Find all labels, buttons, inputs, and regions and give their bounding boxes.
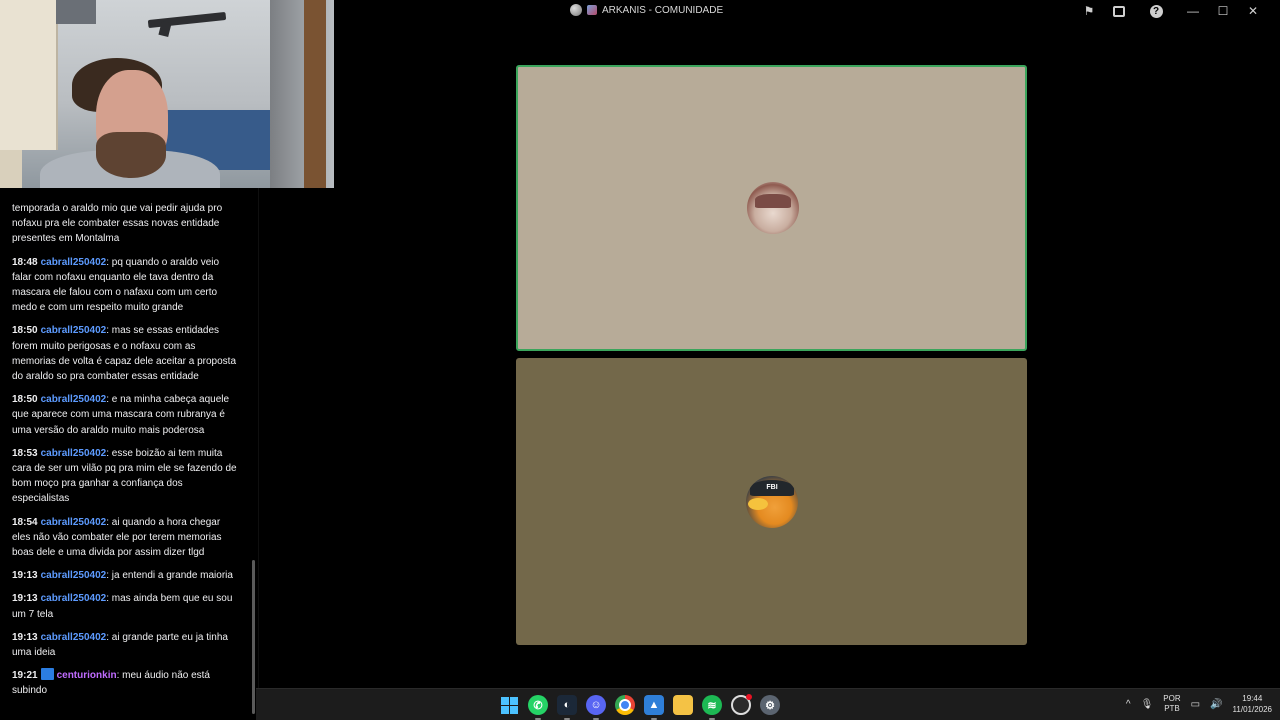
globe-icon	[570, 4, 582, 16]
message-time: 18:50	[12, 325, 38, 337]
message-time: 19:13	[12, 631, 38, 643]
microphone-icon[interactable]: 🎙	[1141, 699, 1154, 710]
stream-chat: temporada o araldo mio que vai pedir aju…	[0, 188, 256, 720]
clock-time: 19:44	[1242, 694, 1263, 703]
titlebar-actions: ⚑ ? — ☐ ✕	[1074, 3, 1268, 19]
chat-message: 19:21 centurionkin: meu áudio não está su…	[12, 668, 240, 698]
streamer-beard	[96, 132, 166, 178]
voice-tile[interactable]: FBI	[516, 358, 1027, 645]
network-icon[interactable]: ▭	[1191, 699, 1200, 710]
volume-icon[interactable]: 🔊	[1210, 699, 1222, 710]
window-title-text: ARKANIS - COMUNIDADE	[602, 4, 724, 16]
message-user[interactable]: cabrall250402	[41, 517, 107, 528]
obs-icon[interactable]	[731, 694, 752, 715]
message-user[interactable]: cabrall250402	[41, 448, 107, 459]
message-user[interactable]: centurionkin	[57, 670, 117, 681]
chat-messages: temporada o araldo mio que vai pedir aju…	[12, 201, 240, 707]
chat-scrollbar[interactable]	[252, 560, 255, 714]
message-user[interactable]: cabrall250402	[41, 570, 107, 581]
chat-message: 18:53 cabrall250402: esse boizão ai tem m…	[12, 446, 240, 507]
language-code: POR	[1163, 694, 1181, 703]
chat-message: 19:13 cabrall250402: mas ainda bem que eu…	[12, 591, 240, 621]
taskbar-apps: ✆ ◐ ☺ ▲ ≋ ⚙	[499, 694, 780, 720]
avatar-hat	[755, 194, 791, 208]
avatar-cap: FBI	[750, 480, 794, 496]
avatar-beak	[748, 498, 768, 510]
chat-divider	[258, 188, 259, 688]
chat-message: 18:50 cabrall250402: e na minha cabeça aq…	[12, 392, 240, 438]
message-text: : ja entendi a grande maioria	[106, 570, 233, 582]
message-time: 18:54	[12, 516, 38, 528]
photos-icon[interactable]: ▲	[644, 695, 664, 720]
avatar: FBI	[746, 476, 798, 528]
chat-message: 18:50 cabrall250402: mas se essas entidad…	[12, 323, 240, 384]
help-icon: ?	[1149, 4, 1163, 18]
message-text: temporada o araldo mio que vai pedir aju…	[12, 203, 223, 245]
shelf	[56, 0, 96, 24]
inbox-icon	[1113, 5, 1125, 17]
avatar	[747, 182, 799, 234]
help-button[interactable]: ?	[1134, 3, 1178, 19]
chat-message: temporada o araldo mio que vai pedir aju…	[12, 201, 240, 247]
flag-icon[interactable]: ⚑	[1074, 3, 1104, 19]
whatsapp-icon[interactable]: ✆	[528, 695, 548, 720]
message-time: 19:21	[12, 670, 38, 682]
window-titlebar: ARKANIS - COMUNIDADE ⚑ ? — ☐ ✕	[334, 0, 1280, 22]
cabinet-door	[0, 0, 58, 150]
message-time: 18:53	[12, 447, 38, 459]
door-frame	[304, 0, 326, 188]
chrome-icon[interactable]	[615, 695, 635, 715]
window-title: ARKANIS - COMUNIDADE	[570, 4, 723, 16]
spotify-icon[interactable]: ≋	[702, 695, 722, 720]
message-time: 19:13	[12, 570, 38, 582]
clock[interactable]: 19:44 11/01/2026	[1233, 693, 1272, 715]
wall-decoration-grip	[158, 20, 172, 38]
windows-taskbar: ✆ ◐ ☺ ▲ ≋ ⚙ ^ 🎙 POR PTB ▭ 🔊 19:44 11/01/…	[256, 688, 1280, 720]
message-time: 19:13	[12, 593, 38, 605]
server-icon	[587, 5, 597, 15]
webcam-overlay	[0, 0, 334, 188]
voice-tile-speaking[interactable]	[516, 65, 1027, 351]
settings-icon[interactable]: ⚙	[760, 695, 780, 715]
maximize-icon[interactable]: ☐	[1208, 3, 1238, 19]
file-explorer-icon[interactable]	[673, 695, 693, 715]
steam-icon[interactable]: ◐	[557, 695, 577, 720]
close-icon[interactable]: ✕	[1238, 3, 1268, 19]
message-user[interactable]: cabrall250402	[41, 394, 107, 405]
message-user[interactable]: cabrall250402	[41, 593, 107, 604]
message-user[interactable]: cabrall250402	[41, 325, 107, 336]
windows-start-icon[interactable]	[499, 695, 519, 715]
discord-icon[interactable]: ☺	[586, 695, 606, 720]
minimize-icon[interactable]: —	[1178, 3, 1208, 19]
keyboard-layout: PTB	[1164, 704, 1180, 713]
chat-message: 19:13 cabrall250402: ai grande parte eu j…	[12, 630, 240, 660]
tray-chevron-icon[interactable]: ^	[1126, 699, 1131, 710]
chat-message: 19:13 cabrall250402: ja entendi a grande …	[12, 568, 240, 583]
system-tray: ^ 🎙 POR PTB ▭ 🔊 19:44 11/01/2026	[1126, 693, 1272, 715]
message-user[interactable]: cabrall250402	[41, 257, 107, 268]
message-time: 18:50	[12, 394, 38, 406]
prime-badge-icon	[40, 668, 54, 681]
chat-message: 18:54 cabrall250402: ai quando a hora che…	[12, 515, 240, 561]
chat-message: 18:48 cabrall250402: pq quando o araldo v…	[12, 255, 240, 316]
message-user[interactable]: cabrall250402	[41, 632, 107, 643]
clock-date: 11/01/2026	[1232, 705, 1272, 714]
language-indicator[interactable]: POR PTB	[1163, 694, 1180, 714]
inbox-button[interactable]	[1104, 3, 1134, 19]
message-time: 18:48	[12, 256, 38, 268]
